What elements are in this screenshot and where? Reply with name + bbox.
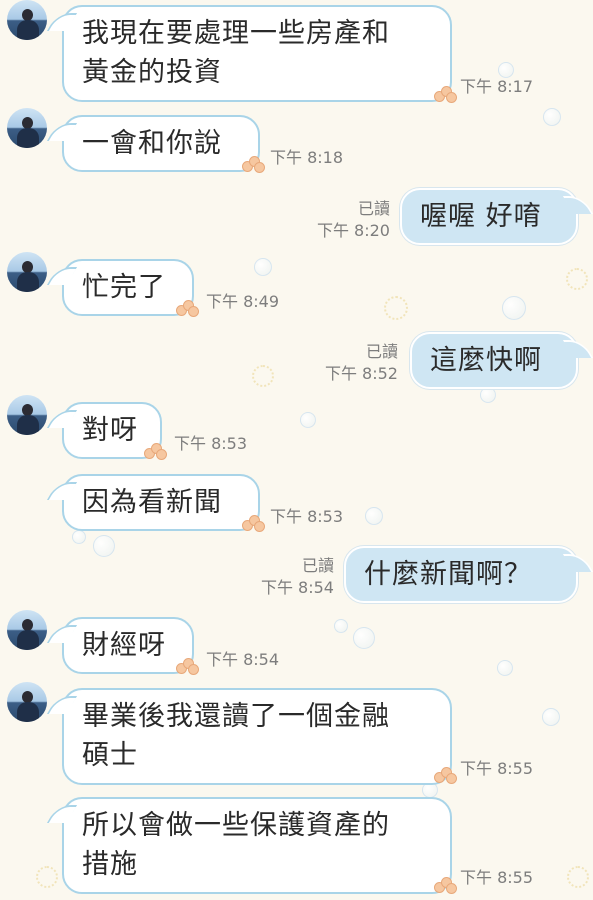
flower-icon: [434, 876, 457, 894]
background-ring: [36, 866, 58, 888]
flower-icon: [144, 442, 167, 460]
message-time: 下午 8:52: [324, 364, 398, 383]
flower-icon: [242, 514, 265, 532]
avatar[interactable]: [7, 252, 47, 292]
background-ring: [567, 866, 589, 888]
background-ring: [566, 268, 588, 290]
message-time: 下午 8:20: [316, 221, 390, 240]
incoming-message[interactable]: 一會和你說: [62, 115, 260, 172]
flower-icon: [434, 85, 457, 103]
message-time: 下午 8:49: [206, 292, 280, 311]
read-receipt: 已讀: [357, 199, 390, 218]
message-time: 下午 8:54: [206, 650, 280, 669]
message-time: 下午 8:17: [460, 77, 534, 96]
incoming-message[interactable]: 財經呀: [62, 617, 194, 674]
background-bubble: [72, 530, 86, 544]
background-bubble: [542, 708, 560, 726]
message-time: 下午 8:55: [460, 868, 534, 887]
flower-icon: [242, 155, 265, 173]
background-bubble: [254, 258, 272, 276]
message-time: 下午 8:18: [270, 148, 344, 167]
incoming-message[interactable]: 因為看新聞: [62, 474, 260, 531]
flower-icon: [176, 299, 199, 317]
incoming-message[interactable]: 忙完了: [62, 259, 194, 316]
flower-icon: [434, 766, 457, 784]
message-time: 下午 8:53: [174, 434, 248, 453]
background-bubble: [502, 296, 526, 320]
avatar[interactable]: [7, 0, 47, 40]
background-ring: [252, 365, 274, 387]
background-bubble: [543, 108, 561, 126]
background-bubble: [497, 660, 513, 676]
background-bubble: [498, 62, 514, 78]
read-receipt: 已讀: [301, 556, 334, 575]
outgoing-message[interactable]: 喔喔 好唷: [400, 188, 578, 245]
outgoing-message[interactable]: 什麼新聞啊？: [344, 546, 578, 603]
message-time: 下午 8:55: [460, 759, 534, 778]
background-bubble: [334, 619, 348, 633]
background-bubble: [300, 412, 316, 428]
background-bubble: [480, 387, 496, 403]
incoming-message[interactable]: 畢業後我還讀了一個金融 碩士: [62, 688, 452, 785]
background-bubble: [353, 627, 375, 649]
read-receipt: 已讀: [365, 342, 398, 361]
avatar[interactable]: [7, 395, 47, 435]
background-bubble: [365, 507, 383, 525]
avatar[interactable]: [7, 610, 47, 650]
avatar[interactable]: [7, 682, 47, 722]
message-time: 下午 8:54: [260, 578, 334, 597]
background-bubble: [93, 535, 115, 557]
incoming-message[interactable]: 所以會做一些保護資產的 措施: [62, 797, 452, 894]
outgoing-message[interactable]: 這麼快啊: [410, 332, 578, 389]
background-ring: [384, 296, 408, 320]
incoming-message[interactable]: 我現在要處理一些房產和 黃金的投資: [62, 5, 452, 102]
message-time: 下午 8:53: [270, 507, 344, 526]
flower-icon: [176, 657, 199, 675]
avatar[interactable]: [7, 108, 47, 148]
